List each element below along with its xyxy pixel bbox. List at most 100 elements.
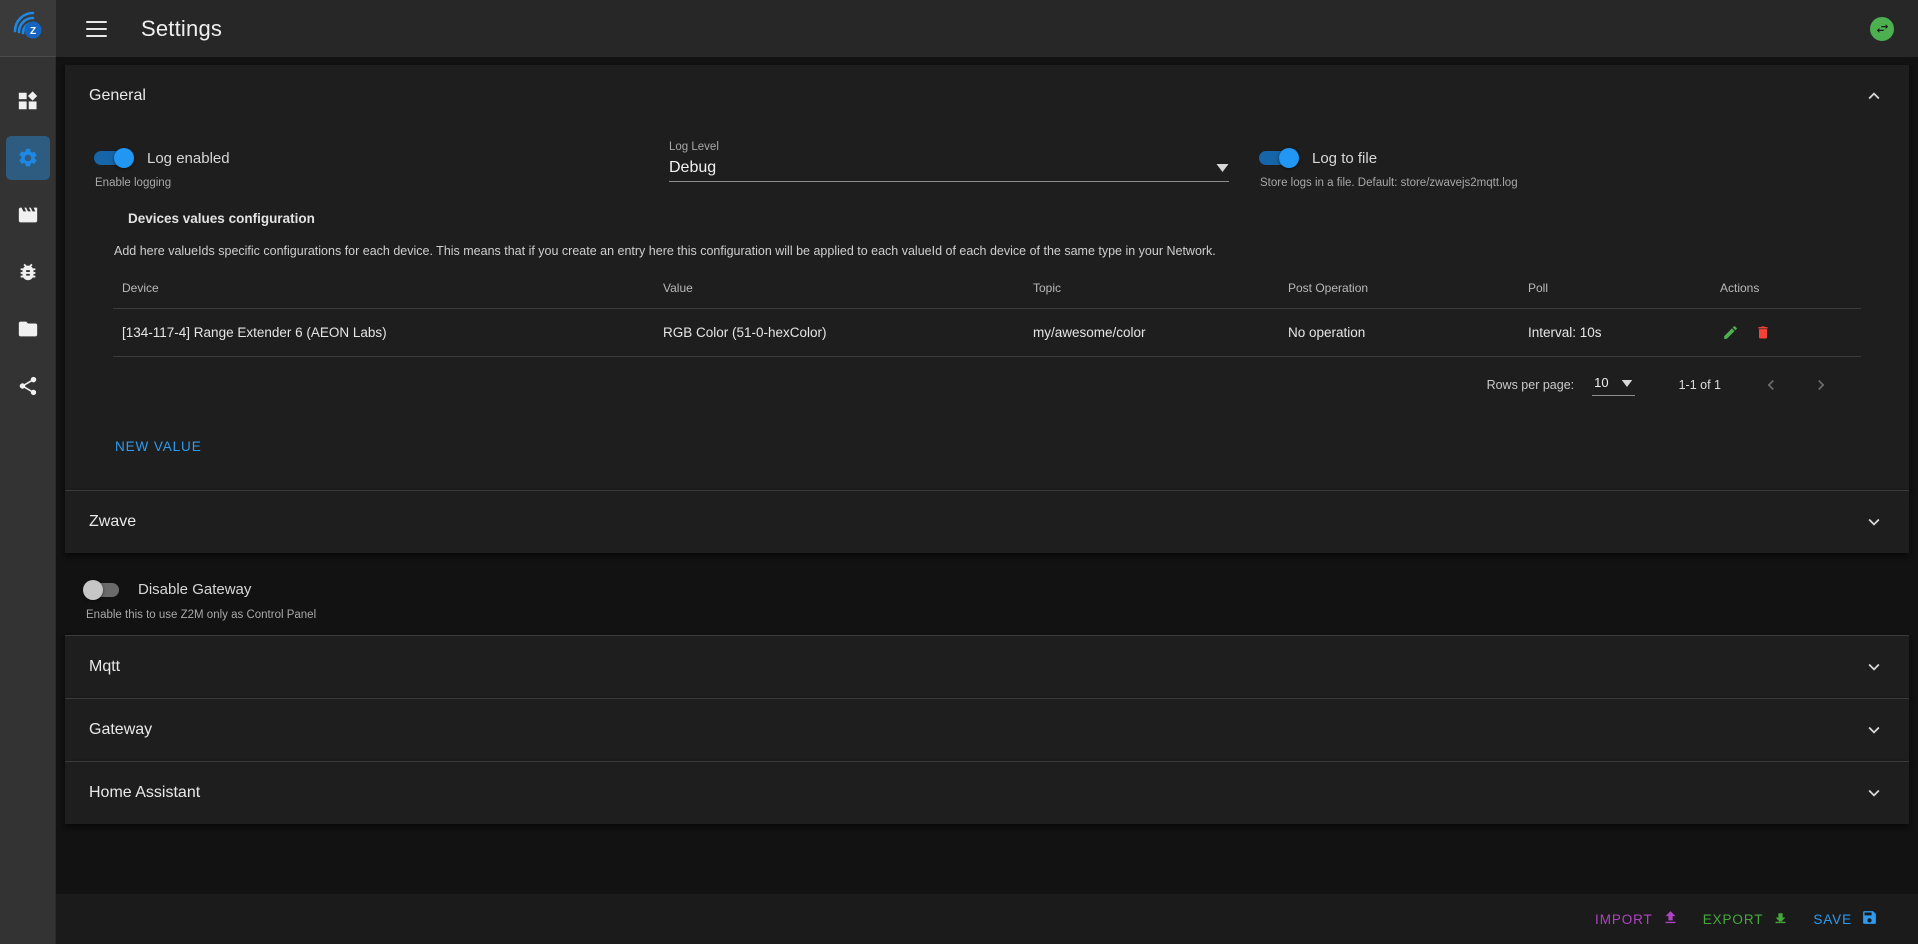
clapperboard-icon (17, 204, 39, 226)
log-enabled-hint: Enable logging (95, 177, 172, 189)
table-body: [134-117-4] Range Extender 6 (AEON Labs)… (113, 308, 1861, 357)
hamburger-menu-icon[interactable] (78, 11, 114, 47)
log-level-select[interactable]: Debug (669, 156, 1229, 182)
log-enabled-group: Log enabled Enable logging (89, 141, 669, 189)
chevron-left-icon[interactable] (1761, 375, 1781, 395)
folder-icon (17, 318, 39, 340)
log-level-group: Log Level Debug (669, 141, 1229, 182)
table-head: Device Value Topic Post Operation Poll A… (113, 274, 1861, 309)
export-button[interactable]: EXPORT (1691, 901, 1802, 937)
cell-post-operation: No operation (1288, 308, 1528, 357)
devices-values-title: Devices values configuration (128, 211, 315, 226)
disable-gateway-label: Disable Gateway (138, 581, 252, 598)
chevron-down-icon[interactable] (1863, 719, 1885, 741)
column-header-topic: Topic (1033, 274, 1288, 309)
import-label: IMPORT (1595, 911, 1653, 927)
sidebar-item-debug[interactable] (6, 250, 50, 294)
panel-zwave-header[interactable]: Zwave (65, 491, 1909, 553)
dashboard-grid-icon (17, 90, 39, 112)
rows-per-page-value: 10 (1594, 375, 1609, 390)
new-value-button[interactable]: NEW VALUE (113, 433, 204, 460)
panel-zwave-title: Zwave (89, 512, 137, 530)
page-title: Settings (141, 15, 223, 41)
pagination-range: 1-1 of 1 (1678, 377, 1721, 392)
sidebar-item-dashboard[interactable] (6, 79, 50, 123)
floppy-save-icon (1861, 909, 1878, 929)
save-button[interactable]: SAVE (1801, 901, 1890, 937)
bottom-spacer (65, 824, 1909, 888)
sidebar-item-store[interactable] (6, 307, 50, 351)
dropdown-arrow-icon[interactable] (1216, 159, 1229, 177)
cell-poll: Interval: 10s (1528, 308, 1720, 357)
rows-per-page-label: Rows per page: (1486, 377, 1575, 392)
chevron-right-icon[interactable] (1811, 375, 1831, 395)
log-enabled-toggle[interactable] (92, 148, 136, 168)
table-row[interactable]: [134-117-4] Range Extender 6 (AEON Labs)… (113, 308, 1861, 357)
panel-gateway-title: Gateway (89, 720, 153, 738)
log-enabled-label: Log enabled (147, 149, 230, 167)
column-header-poll: Poll (1528, 274, 1720, 309)
sidebar-item-network-graph[interactable] (6, 364, 50, 408)
chevron-up-icon[interactable] (1863, 85, 1885, 107)
cell-actions (1720, 308, 1861, 357)
delete-trash-icon[interactable] (1755, 324, 1771, 341)
export-label: EXPORT (1702, 911, 1764, 927)
panel-home-assistant-header[interactable]: Home Assistant (65, 762, 1909, 824)
rows-per-page-select[interactable]: 10 (1592, 374, 1635, 396)
column-header-post-operation: Post Operation (1288, 274, 1528, 309)
panel-gateway-header[interactable]: Gateway (65, 699, 1909, 761)
chevron-down-icon[interactable] (1863, 656, 1885, 678)
content-column: Settings General Log enabled Enable logg… (56, 0, 1918, 944)
row-action-icons (1720, 324, 1861, 341)
table-paginator: Rows per page: 10 1-1 of 1 (113, 357, 1861, 413)
panel-general: General Log enabled Enable logging Log L… (65, 65, 1909, 490)
footer-actions: IMPORT EXPORT SAVE (56, 894, 1918, 944)
svg-text:Z: Z (29, 26, 35, 37)
sidebar-nav (5, 57, 50, 421)
connection-status-icon[interactable] (1870, 16, 1894, 41)
disable-gateway-hint: Enable this to use Z2M only as Control P… (86, 608, 317, 621)
edit-pencil-icon[interactable] (1722, 324, 1739, 341)
column-header-actions: Actions (1720, 274, 1861, 309)
app-root: Z Settings General Log enabled Enable lo… (0, 0, 1918, 944)
main-content: General Log enabled Enable logging Log L… (56, 57, 1918, 944)
table-header-row: Device Value Topic Post Operation Poll A… (113, 274, 1861, 309)
log-to-file-hint: Store logs in a file. Default: store/zwa… (1260, 177, 1518, 189)
log-to-file-row: Log to file (1257, 141, 1885, 175)
cell-value: RGB Color (51-0-hexColor) (663, 308, 1033, 357)
devices-values-configuration: Devices values configuration Add here va… (89, 189, 1885, 413)
cell-device: [134-117-4] Range Extender 6 (AEON Labs) (113, 308, 663, 357)
sidebar-item-scenes[interactable] (6, 193, 50, 237)
topbar: Settings (56, 0, 1918, 57)
panel-general-body: Log enabled Enable logging Log Level Deb… (65, 127, 1909, 490)
log-level-value: Debug (669, 159, 717, 176)
panel-mqtt-header[interactable]: Mqtt (65, 636, 1909, 698)
save-label: SAVE (1813, 911, 1852, 927)
bug-icon (17, 261, 39, 283)
devices-values-description: Add here valueIds specific configuration… (114, 244, 1216, 258)
log-to-file-group: Log to file Store logs in a file. Defaul… (1229, 141, 1885, 189)
panel-mqtt-title: Mqtt (89, 657, 121, 675)
dropdown-arrow-icon (1621, 374, 1633, 392)
zwavejs2mqtt-logo-icon: Z (11, 9, 45, 48)
sidebar-item-settings[interactable] (5, 136, 50, 180)
chevron-down-icon[interactable] (1863, 511, 1885, 533)
devices-values-table: Device Value Topic Post Operation Poll A… (113, 274, 1861, 357)
general-toggles-row: Log enabled Enable logging Log Level Deb… (89, 127, 1885, 189)
disable-gateway-row: Disable Gateway (83, 573, 1885, 607)
app-logo[interactable]: Z (0, 0, 56, 57)
disable-gateway-toggle[interactable] (83, 579, 127, 600)
log-to-file-toggle[interactable] (1257, 148, 1301, 168)
chevron-down-icon[interactable] (1863, 782, 1885, 804)
panel-general-header[interactable]: General (65, 65, 1909, 127)
download-icon (1772, 909, 1789, 929)
share-nodes-icon (17, 375, 39, 397)
panel-mqtt: Mqtt (65, 634, 1909, 698)
log-enabled-row: Log enabled (92, 141, 669, 175)
new-value-wrap: NEW VALUE (89, 413, 1885, 486)
log-to-file-label: Log to file (1312, 149, 1378, 167)
import-button[interactable]: IMPORT (1583, 901, 1691, 937)
panel-general-title: General (89, 87, 146, 104)
column-header-value: Value (663, 274, 1033, 309)
cell-topic: my/awesome/color (1033, 308, 1288, 357)
